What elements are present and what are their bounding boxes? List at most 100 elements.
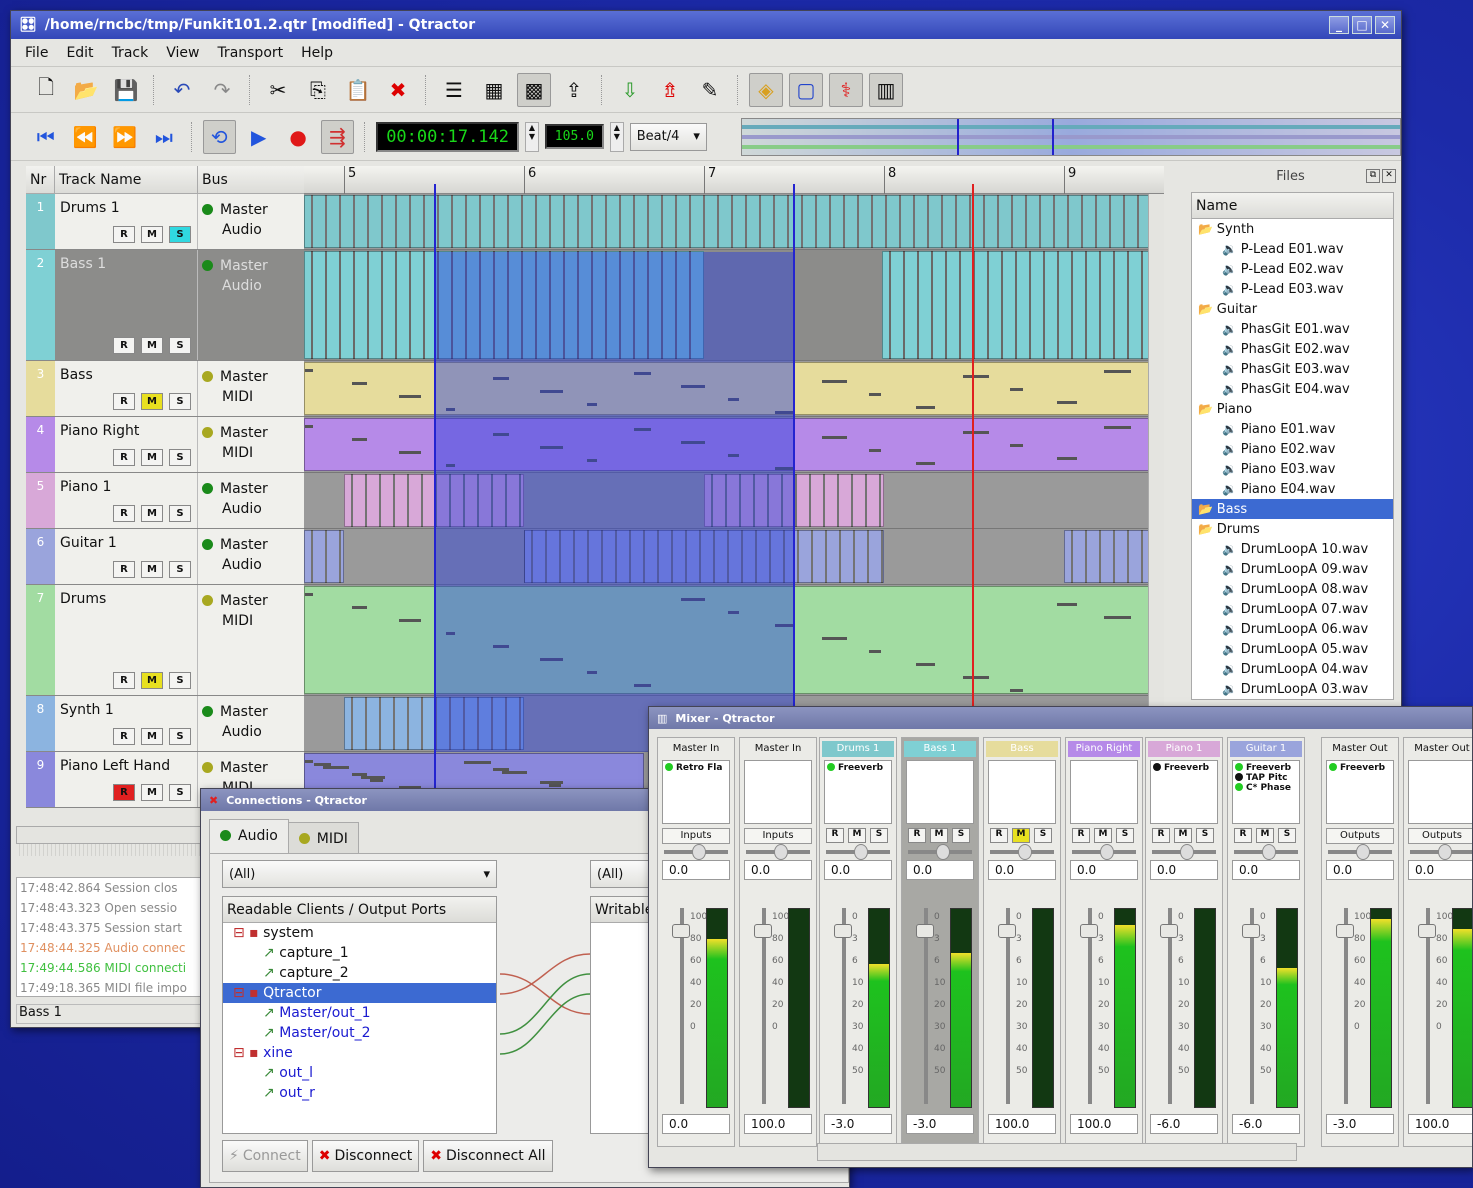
- gain-spinbox[interactable]: -3.0: [824, 1114, 892, 1134]
- snap-combo[interactable]: Beat/4 ▾: [629, 122, 707, 151]
- m-button[interactable]: M: [141, 337, 163, 354]
- new-file-icon[interactable]: 🗋: [29, 73, 63, 107]
- pan-spinbox[interactable]: 0.0: [1408, 860, 1472, 880]
- clip[interactable]: [524, 530, 884, 583]
- fader-handle[interactable]: [1080, 924, 1098, 938]
- s-button[interactable]: S: [952, 828, 970, 843]
- delete-icon[interactable]: ✖: [381, 73, 415, 107]
- m-button[interactable]: M: [930, 828, 948, 843]
- r-button[interactable]: R: [826, 828, 844, 843]
- m-button[interactable]: M: [141, 393, 163, 410]
- pan-slider[interactable]: [1072, 844, 1136, 860]
- track-lane[interactable]: [304, 250, 1149, 361]
- pan-spinbox[interactable]: 0.0: [744, 860, 812, 880]
- track-lane[interactable]: [304, 529, 1149, 585]
- track-row[interactable]: 6 Guitar 1 R M S Master Audio: [26, 529, 311, 585]
- fader-handle[interactable]: [1160, 924, 1178, 938]
- file-item[interactable]: 🔉 P-Lead E01.wav: [1192, 239, 1393, 259]
- port-item[interactable]: ↗ capture_1: [223, 943, 496, 963]
- io-button[interactable]: Outputs: [1326, 828, 1394, 844]
- pan-slider[interactable]: [1152, 844, 1216, 860]
- r-button[interactable]: R: [908, 828, 926, 843]
- time-display[interactable]: 00:00:17.142: [376, 121, 520, 152]
- pan-knob[interactable]: [1262, 844, 1276, 860]
- m-button[interactable]: M: [141, 505, 163, 522]
- track-lane[interactable]: [304, 585, 1149, 696]
- connect-button[interactable]: ⚡ Connect: [222, 1140, 308, 1172]
- s-button[interactable]: S: [169, 728, 191, 745]
- r-button[interactable]: R: [1072, 828, 1090, 843]
- file-item[interactable]: 🔉 PhasGit E02.wav: [1192, 339, 1393, 359]
- pan-knob[interactable]: [936, 844, 950, 860]
- gain-spinbox[interactable]: 0.0: [662, 1114, 730, 1134]
- s-button[interactable]: S: [1034, 828, 1052, 843]
- track-name-cell[interactable]: Drums R M S: [55, 585, 198, 695]
- pan-slider[interactable]: [908, 844, 972, 860]
- pan-slider[interactable]: [664, 844, 728, 860]
- connections-view-icon[interactable]: ⚕: [829, 72, 863, 107]
- menu-transport[interactable]: Transport: [217, 45, 283, 61]
- messages-log[interactable]: 17:48:42.864 Session clos 17:48:43.323 Op…: [16, 877, 201, 997]
- io-button[interactable]: Outputs: [1408, 828, 1472, 844]
- clip[interactable]: [304, 418, 1149, 471]
- plugin-item[interactable]: Freeverb: [1235, 763, 1297, 773]
- select-all-icon[interactable]: ⇪: [557, 73, 591, 107]
- forward-icon[interactable]: ⏭: [147, 120, 180, 154]
- plugin-list[interactable]: Freeverb: [1326, 760, 1394, 824]
- gain-spinbox[interactable]: -3.0: [1326, 1114, 1394, 1134]
- s-button[interactable]: S: [169, 505, 191, 522]
- clip[interactable]: [882, 251, 1149, 359]
- plugin-item[interactable]: Freeverb: [1153, 763, 1215, 773]
- pan-spinbox[interactable]: 0.0: [1070, 860, 1138, 880]
- readable-filter-combo[interactable]: (All) ▾: [222, 860, 497, 888]
- files-view-icon[interactable]: ◈: [749, 72, 783, 107]
- pan-slider[interactable]: [746, 844, 810, 860]
- m-button[interactable]: M: [1174, 828, 1192, 843]
- track-row[interactable]: 4 Piano Right R M S Master MIDI: [26, 417, 311, 473]
- file-item[interactable]: 🔉 PhasGit E03.wav: [1192, 359, 1393, 379]
- pan-knob[interactable]: [1356, 844, 1370, 860]
- m-button[interactable]: M: [141, 561, 163, 578]
- r-button[interactable]: R: [113, 672, 135, 689]
- client-item[interactable]: ⊟ ▪ system: [223, 923, 496, 943]
- track-lane[interactable]: [304, 473, 1149, 529]
- plugin-item[interactable]: Retro Fla: [665, 763, 727, 773]
- s-button[interactable]: S: [1278, 828, 1296, 843]
- clip[interactable]: [304, 251, 704, 359]
- plugin-list[interactable]: [744, 760, 812, 824]
- port-item[interactable]: ↗ Master/out_1: [223, 1003, 496, 1023]
- r-button[interactable]: R: [1234, 828, 1252, 843]
- backward-icon[interactable]: ⏮: [29, 120, 62, 154]
- menu-help[interactable]: Help: [301, 45, 333, 61]
- messages-view-icon[interactable]: ▢: [789, 72, 823, 107]
- close-icon[interactable]: ✕: [1382, 169, 1396, 183]
- track-name-cell[interactable]: Guitar 1 RMS: [55, 529, 198, 584]
- tab-midi[interactable]: MIDI: [288, 822, 359, 856]
- time-ruler[interactable]: 5 6 7 8 9: [304, 166, 1164, 194]
- undo-icon[interactable]: ↶: [165, 73, 199, 107]
- r-button[interactable]: R: [113, 561, 135, 578]
- plugin-item[interactable]: TAP Pitc: [1235, 773, 1297, 783]
- client-item[interactable]: ⊟ ▪ Qtractor: [223, 983, 496, 1003]
- r-button[interactable]: R: [113, 449, 135, 466]
- r-button[interactable]: R: [113, 728, 135, 745]
- folder-item[interactable]: 📂 Bass: [1192, 499, 1393, 519]
- r-button[interactable]: R: [990, 828, 1008, 843]
- redo-icon[interactable]: ↷: [205, 73, 239, 107]
- folder-item[interactable]: 📂 Guitar: [1192, 299, 1393, 319]
- file-item[interactable]: 🔉 DrumLoopA 04.wav: [1192, 659, 1393, 679]
- m-button[interactable]: M: [1012, 828, 1030, 843]
- track-name-cell[interactable]: Bass 1 RMS: [55, 250, 198, 360]
- r-button[interactable]: R: [113, 393, 135, 410]
- file-item[interactable]: 🔉 DrumLoopA 07.wav: [1192, 599, 1393, 619]
- select-range-icon[interactable]: ▦: [477, 73, 511, 107]
- pan-knob[interactable]: [1018, 844, 1032, 860]
- pan-knob[interactable]: [774, 844, 788, 860]
- track-bus-cell[interactable]: Master MIDI: [198, 417, 272, 472]
- tempo-spinner[interactable]: ▲ ▼: [609, 121, 624, 152]
- plugin-item[interactable]: C* Phase: [1235, 783, 1297, 793]
- s-button[interactable]: S: [870, 828, 888, 843]
- r-button[interactable]: R: [113, 337, 135, 354]
- file-item[interactable]: 🔉 Piano E03.wav: [1192, 459, 1393, 479]
- port-item[interactable]: ↗ out_l: [223, 1063, 496, 1083]
